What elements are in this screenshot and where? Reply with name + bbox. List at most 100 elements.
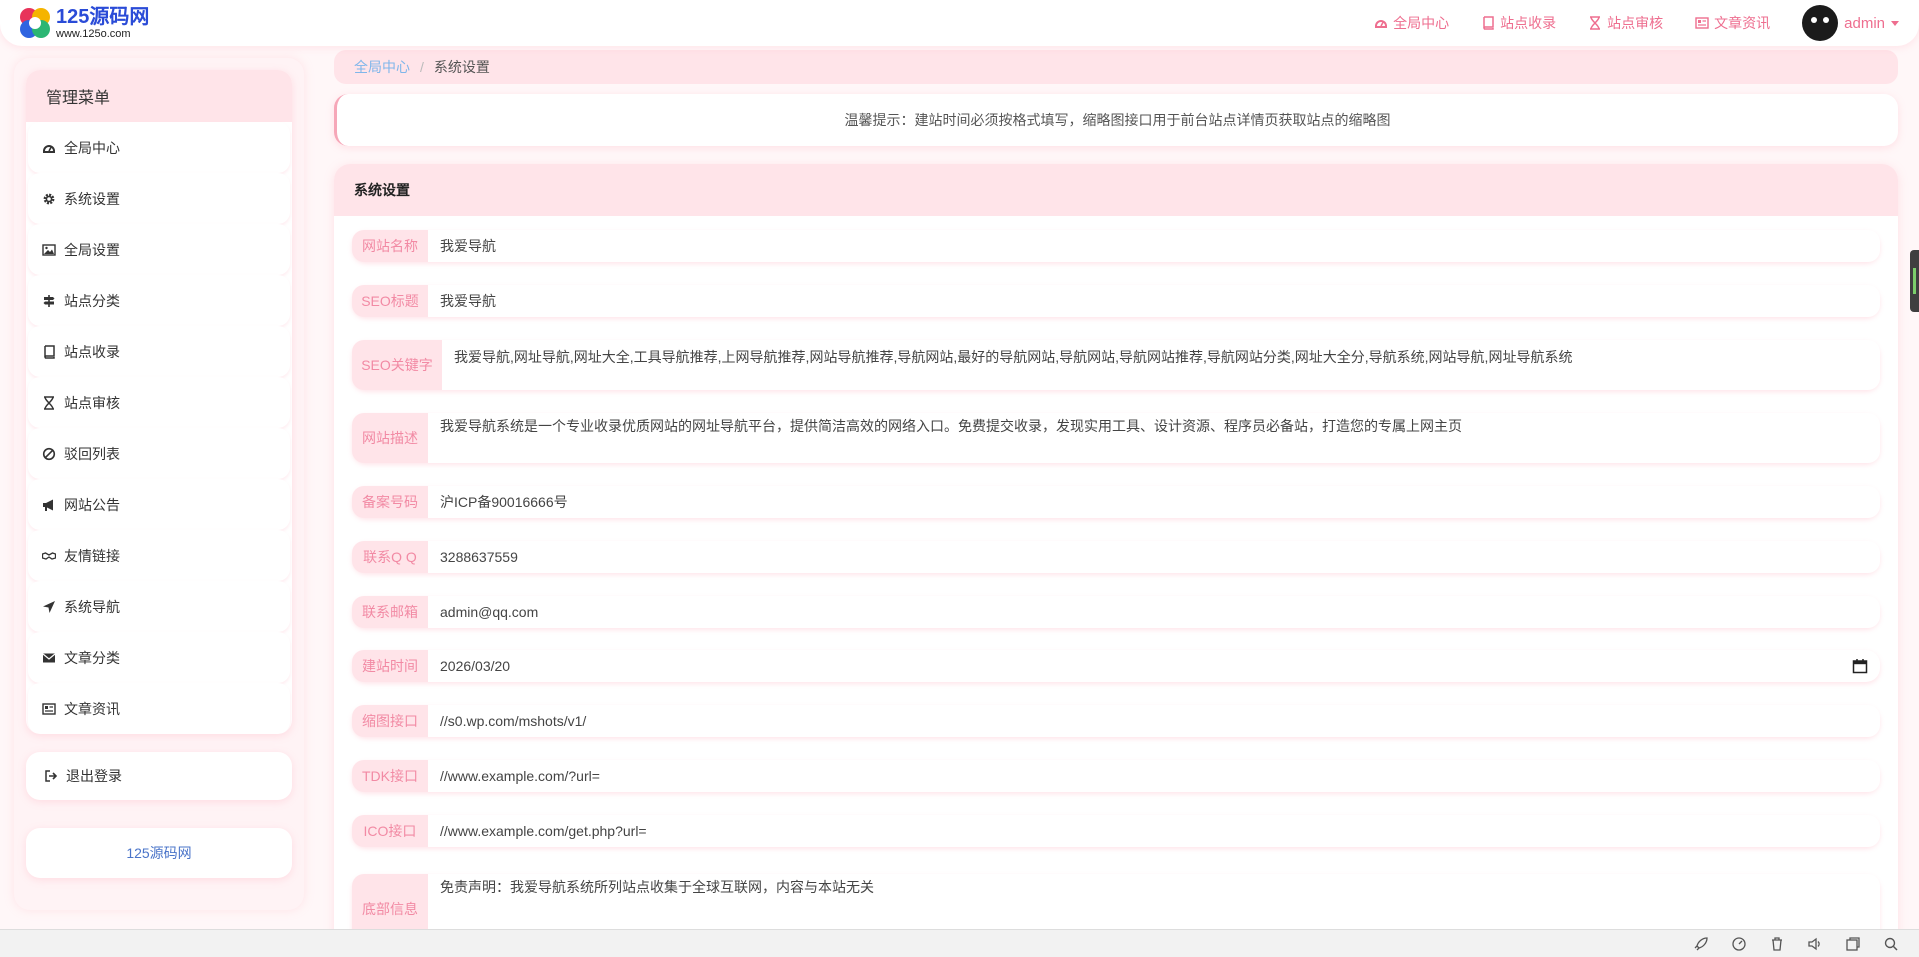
sidebar-item-label: 系统设置 xyxy=(64,190,120,207)
field-label: SEO关键字 xyxy=(352,340,442,390)
logo-subtitle: www.125o.com xyxy=(56,27,131,40)
breadcrumb: 全局中心 / 系统设置 xyxy=(334,50,1898,84)
sidebar-item-label: 文章分类 xyxy=(64,649,120,666)
newspaper-icon xyxy=(42,702,56,716)
ban-icon xyxy=(42,447,56,461)
top-nav: 全局中心 站点收录 站点审核 文章资讯 admin xyxy=(1342,0,1899,46)
topnav-dashboard[interactable]: 全局中心 xyxy=(1374,13,1449,33)
logo-mark-icon xyxy=(18,6,52,40)
topnav-articles[interactable]: 文章资讯 xyxy=(1695,13,1770,33)
field-site-desc: 网站描述 我爱导航系统是一个专业收录优质网站的网址导航平台，提供简洁高效的网络入… xyxy=(352,413,1880,463)
field-build-date: 建站时间 xyxy=(352,650,1880,682)
sidebar-item-site-collect[interactable]: 站点收录 xyxy=(28,326,290,377)
user-name: admin xyxy=(1844,14,1885,32)
user-menu[interactable]: admin xyxy=(1844,15,1899,32)
site-logo[interactable]: 125源码网 www.125o.com xyxy=(18,6,149,40)
site-name-input[interactable] xyxy=(428,230,1880,262)
sidebar-item-label: 站点收录 xyxy=(64,343,120,360)
sidebar-item-label: 文章资讯 xyxy=(64,700,120,717)
field-label: 缩图接口 xyxy=(352,705,428,737)
field-ico-api: ICO接口 xyxy=(352,815,1880,847)
search-icon[interactable] xyxy=(1883,936,1899,952)
field-icp: 备案号码 xyxy=(352,486,1880,518)
thumb-api-input[interactable] xyxy=(428,705,1880,737)
speed-icon[interactable] xyxy=(1731,936,1747,952)
seo-keywords-input[interactable]: 我爱导航,网址导航,网址大全,工具导航推荐,上网导航推荐,网站导航推荐,导航网站… xyxy=(442,340,1880,390)
image-icon xyxy=(42,243,56,257)
sidebar-item-label: 友情链接 xyxy=(64,547,120,564)
topnav-site-review-label: 站点审核 xyxy=(1607,15,1664,31)
notice-banner: 温馨提示：建站时间必须按格式填写，缩略图接口用于前台站点详情页获取站点的缩略图 xyxy=(334,94,1898,146)
window-icon[interactable] xyxy=(1845,936,1861,952)
sidebar-item-global-settings[interactable]: 全局设置 xyxy=(28,224,290,275)
field-label: 网站名称 xyxy=(352,230,428,262)
field-site-name: 网站名称 xyxy=(352,230,1880,262)
field-label: 备案号码 xyxy=(352,486,428,518)
seo-title-input[interactable] xyxy=(428,285,1880,317)
sidebar-item-label: 系统导航 xyxy=(64,598,120,615)
sidebar-item-system-nav[interactable]: 系统导航 xyxy=(28,581,290,632)
book-icon xyxy=(42,344,56,359)
topnav-site-collect-label: 站点收录 xyxy=(1500,15,1557,31)
volume-icon[interactable] xyxy=(1807,936,1823,952)
logo-title: 125源码网 xyxy=(56,5,150,28)
icp-input[interactable] xyxy=(428,486,1880,518)
brand-link[interactable]: 125源码网 xyxy=(26,828,292,878)
sidebar-item-label: 全局设置 xyxy=(64,241,120,258)
calendar-icon[interactable] xyxy=(1852,658,1868,674)
site-desc-input[interactable]: 我爱导航系统是一个专业收录优质网站的网址导航平台，提供简洁高效的网络入口。免费提… xyxy=(428,413,1880,463)
breadcrumb-home[interactable]: 全局中心 xyxy=(354,57,410,77)
browser-status-bar xyxy=(0,929,1919,957)
sidebar-item-label: 站点分类 xyxy=(64,292,120,309)
gear-icon xyxy=(42,192,56,206)
field-label: SEO标题 xyxy=(352,285,428,317)
topnav-site-collect[interactable]: 站点收录 xyxy=(1481,13,1556,33)
side-handle[interactable] xyxy=(1910,250,1919,312)
topnav-site-review[interactable]: 站点审核 xyxy=(1588,13,1663,33)
newspaper-icon xyxy=(1695,16,1709,30)
logout-button[interactable]: 退出登录 xyxy=(26,752,292,800)
field-label: 建站时间 xyxy=(352,650,428,682)
sidebar-item-site-review[interactable]: 站点审核 xyxy=(28,377,290,428)
field-label: 联系邮箱 xyxy=(352,596,428,628)
field-qq: 联系Q Q xyxy=(352,541,1880,573)
build-date-input[interactable] xyxy=(428,658,1852,674)
email-input[interactable] xyxy=(428,596,1880,628)
sidebar-item-system-settings[interactable]: 系统设置 xyxy=(28,173,290,224)
tdk-api-input[interactable] xyxy=(428,760,1880,792)
field-seo-title: SEO标题 xyxy=(352,285,1880,317)
sidebar-item-articles[interactable]: 文章资讯 xyxy=(28,683,290,734)
book-icon xyxy=(1481,16,1495,30)
envelope-icon xyxy=(42,651,56,665)
field-thumb-api: 缩图接口 xyxy=(352,705,1880,737)
top-bar: 125源码网 www.125o.com 全局中心 站点收录 站点审核 文章资讯 … xyxy=(0,0,1919,46)
field-email: 联系邮箱 xyxy=(352,596,1880,628)
settings-panel: 系统设置 网站名称 SEO标题 SEO关键字 我爱导航,网址导航,网址大全,工具… xyxy=(334,164,1898,957)
dashboard-icon xyxy=(1374,16,1388,30)
sidebar-item-dashboard[interactable]: 全局中心 xyxy=(28,122,290,173)
avatar[interactable] xyxy=(1802,5,1839,41)
sidebar-item-label: 全局中心 xyxy=(64,139,120,156)
signpost-icon xyxy=(42,294,56,308)
sidebar-item-announcement[interactable]: 网站公告 xyxy=(28,479,290,530)
field-label: TDK接口 xyxy=(352,760,428,792)
sidebar-item-friend-links[interactable]: 友情链接 xyxy=(28,530,290,581)
ico-api-input[interactable] xyxy=(428,815,1880,847)
topnav-dashboard-label: 全局中心 xyxy=(1393,15,1450,31)
field-seo-keywords: SEO关键字 我爱导航,网址导航,网址大全,工具导航推荐,上网导航推荐,网站导航… xyxy=(352,340,1880,390)
sidebar-item-article-category[interactable]: 文章分类 xyxy=(28,632,290,683)
topnav-articles-label: 文章资讯 xyxy=(1714,15,1771,31)
trash-icon[interactable] xyxy=(1769,936,1785,952)
sign-out-icon xyxy=(44,769,58,783)
hourglass-icon xyxy=(42,395,56,410)
rocket-icon[interactable] xyxy=(1693,936,1709,952)
qq-input[interactable] xyxy=(428,541,1880,573)
admin-menu: 管理菜单 全局中心 系统设置 全局设置 站点分类 站点收录 站点审核 驳回列表 xyxy=(26,70,292,734)
sidebar: 管理菜单 全局中心 系统设置 全局设置 站点分类 站点收录 站点审核 驳回列表 xyxy=(14,58,304,910)
sidebar-item-label: 驳回列表 xyxy=(64,445,120,462)
dashboard-icon xyxy=(42,141,56,155)
sidebar-item-label: 网站公告 xyxy=(64,496,120,513)
sidebar-item-label: 站点审核 xyxy=(64,394,120,411)
sidebar-item-rejected-list[interactable]: 驳回列表 xyxy=(28,428,290,479)
sidebar-item-site-category[interactable]: 站点分类 xyxy=(28,275,290,326)
